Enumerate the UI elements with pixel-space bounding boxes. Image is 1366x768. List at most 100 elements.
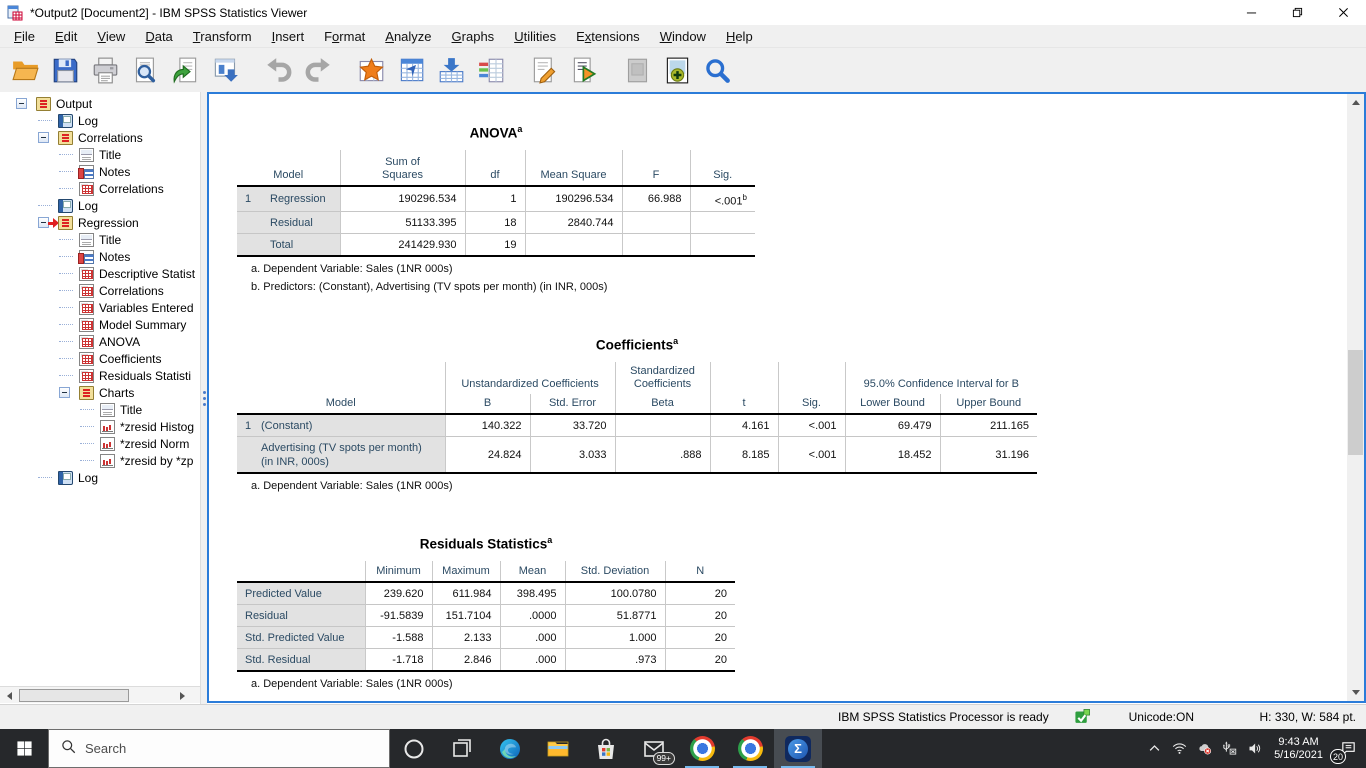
column-header: t	[709, 393, 779, 415]
column-header	[709, 361, 779, 394]
taskbar-file-explorer-button[interactable]	[534, 729, 582, 768]
tree-item[interactable]: Correlations	[0, 282, 200, 299]
toolbar-goto-data-button[interactable]	[391, 50, 431, 90]
table-cell: (Constant)	[253, 413, 445, 436]
wifi-icon[interactable]	[1167, 729, 1192, 768]
tree-item[interactable]: *zresid by *zp	[0, 452, 200, 469]
menu-item[interactable]: Format	[314, 26, 375, 47]
table-cell	[237, 211, 262, 234]
tree-item[interactable]: Correlations	[0, 180, 200, 197]
expand-collapse-icon[interactable]	[16, 98, 27, 109]
scroll-left-button[interactable]	[1, 688, 17, 703]
tree-connector	[59, 333, 73, 342]
tree-connector	[80, 401, 94, 410]
output-vertical-scrollbar[interactable]	[1347, 94, 1364, 701]
tree-item[interactable]: Model Summary	[0, 316, 200, 333]
usb-eject-icon[interactable]	[1217, 729, 1242, 768]
tree-item[interactable]: Output	[0, 95, 200, 112]
toolbar-variables-button[interactable]	[471, 50, 511, 90]
windows-taskbar: 99+ 9:43 AM 5/16/2021 20	[0, 729, 1366, 768]
menu-item[interactable]: Edit	[45, 26, 87, 47]
toolbar-paste-output-button[interactable]	[205, 50, 245, 90]
onedrive-icon[interactable]	[1192, 729, 1217, 768]
tree-item[interactable]: Log	[0, 469, 200, 486]
search-input[interactable]	[85, 741, 355, 756]
tree-item[interactable]: Regression	[0, 214, 200, 231]
tree-item-label: Variables Entered	[99, 300, 194, 315]
tree-item[interactable]: Coefficients	[0, 350, 200, 367]
tree-item[interactable]: Log	[0, 197, 200, 214]
start-button[interactable]	[0, 729, 48, 768]
toolbar-recall-dialogs-button[interactable]	[351, 50, 391, 90]
tree-horizontal-scrollbar[interactable]	[0, 686, 200, 703]
tree-item[interactable]: Variables Entered	[0, 299, 200, 316]
processor-status: IBM SPSS Statistics Processor is ready	[838, 710, 1049, 724]
taskbar-mail-button[interactable]: 99+	[630, 729, 678, 768]
minimize-button[interactable]	[1228, 0, 1274, 25]
tree-item[interactable]: Residuals Statisti	[0, 367, 200, 384]
toolbar-run-script-button[interactable]	[564, 50, 604, 90]
tree-item[interactable]: Descriptive Statist	[0, 265, 200, 282]
toolbar-insert-syntax-button[interactable]	[524, 50, 564, 90]
tree-item[interactable]: *zresid Norm	[0, 435, 200, 452]
toolbar-save-button[interactable]	[45, 50, 85, 90]
taskbar-search[interactable]	[48, 729, 390, 768]
menu-item[interactable]: Transform	[183, 26, 262, 47]
toolbar-redo-button[interactable]	[298, 50, 338, 90]
menu-item[interactable]: Data	[135, 26, 182, 47]
toolbar-goto-case-button[interactable]	[431, 50, 471, 90]
tree-item-label: *zresid by *zp	[120, 453, 194, 468]
toolbar-designate-window-button[interactable]	[657, 50, 697, 90]
scroll-down-button[interactable]	[1347, 684, 1364, 701]
restore-button[interactable]	[1274, 0, 1320, 25]
taskbar-clock[interactable]: 9:43 AM 5/16/2021	[1267, 736, 1330, 762]
table-row: Predicted Value 239.620 611.984 398.495 100.…	[237, 581, 735, 604]
tree-item[interactable]: Notes	[0, 163, 200, 180]
tree-item[interactable]: Notes	[0, 248, 200, 265]
scroll-right-button[interactable]	[174, 688, 190, 703]
menu-item[interactable]: File	[4, 26, 45, 47]
menu-item[interactable]: Graphs	[442, 26, 505, 47]
tray-expand-icon[interactable]	[1142, 729, 1167, 768]
expand-collapse-icon[interactable]	[38, 132, 49, 143]
tree-item[interactable]: Title	[0, 146, 200, 163]
close-button[interactable]	[1320, 0, 1366, 25]
action-center-button[interactable]: 20	[1330, 729, 1366, 768]
tree-item-label: *zresid Norm	[120, 436, 190, 451]
menu-item[interactable]: Utilities	[504, 26, 566, 47]
scroll-up-button[interactable]	[1347, 94, 1364, 111]
tree-item[interactable]: ANOVA	[0, 333, 200, 350]
toolbar-print-preview-button[interactable]	[125, 50, 165, 90]
toolbar-export-button[interactable]	[165, 50, 205, 90]
tree-item[interactable]: Log	[0, 112, 200, 129]
table-cell: 1	[464, 185, 525, 212]
menu-item[interactable]: Window	[650, 26, 716, 47]
menu-item[interactable]: Insert	[262, 26, 315, 47]
scrollbar-thumb[interactable]	[19, 689, 129, 702]
taskbar-microsoft-store-button[interactable]	[582, 729, 630, 768]
menu-item[interactable]: Analyze	[375, 26, 441, 47]
menu-item[interactable]: View	[87, 26, 135, 47]
taskbar-chrome-2-button[interactable]	[726, 729, 774, 768]
tree-item[interactable]: Charts	[0, 384, 200, 401]
toolbar-find-button[interactable]	[697, 50, 737, 90]
menu-item[interactable]: Extensions	[566, 26, 650, 47]
scrollbar-thumb[interactable]	[1348, 350, 1363, 455]
toolbar-undo-button[interactable]	[258, 50, 298, 90]
volume-icon[interactable]	[1242, 729, 1267, 768]
taskbar-spss-button[interactable]	[774, 729, 822, 768]
toolbar-print-button[interactable]	[85, 50, 125, 90]
menu-item[interactable]: Help	[716, 26, 763, 47]
taskbar-task-view-button[interactable]	[438, 729, 486, 768]
column-header: B	[444, 393, 530, 415]
toolbar-open-button[interactable]	[5, 50, 45, 90]
tree-item[interactable]: *zresid Histog	[0, 418, 200, 435]
taskbar-chrome-button[interactable]	[678, 729, 726, 768]
tree-item[interactable]: Correlations	[0, 129, 200, 146]
taskbar-edge-button[interactable]	[486, 729, 534, 768]
taskbar-cortana-button[interactable]	[390, 729, 438, 768]
expand-collapse-icon[interactable]	[59, 387, 70, 398]
tree-item[interactable]: Title	[0, 401, 200, 418]
pane-splitter[interactable]	[200, 92, 207, 704]
tree-item[interactable]: Title	[0, 231, 200, 248]
